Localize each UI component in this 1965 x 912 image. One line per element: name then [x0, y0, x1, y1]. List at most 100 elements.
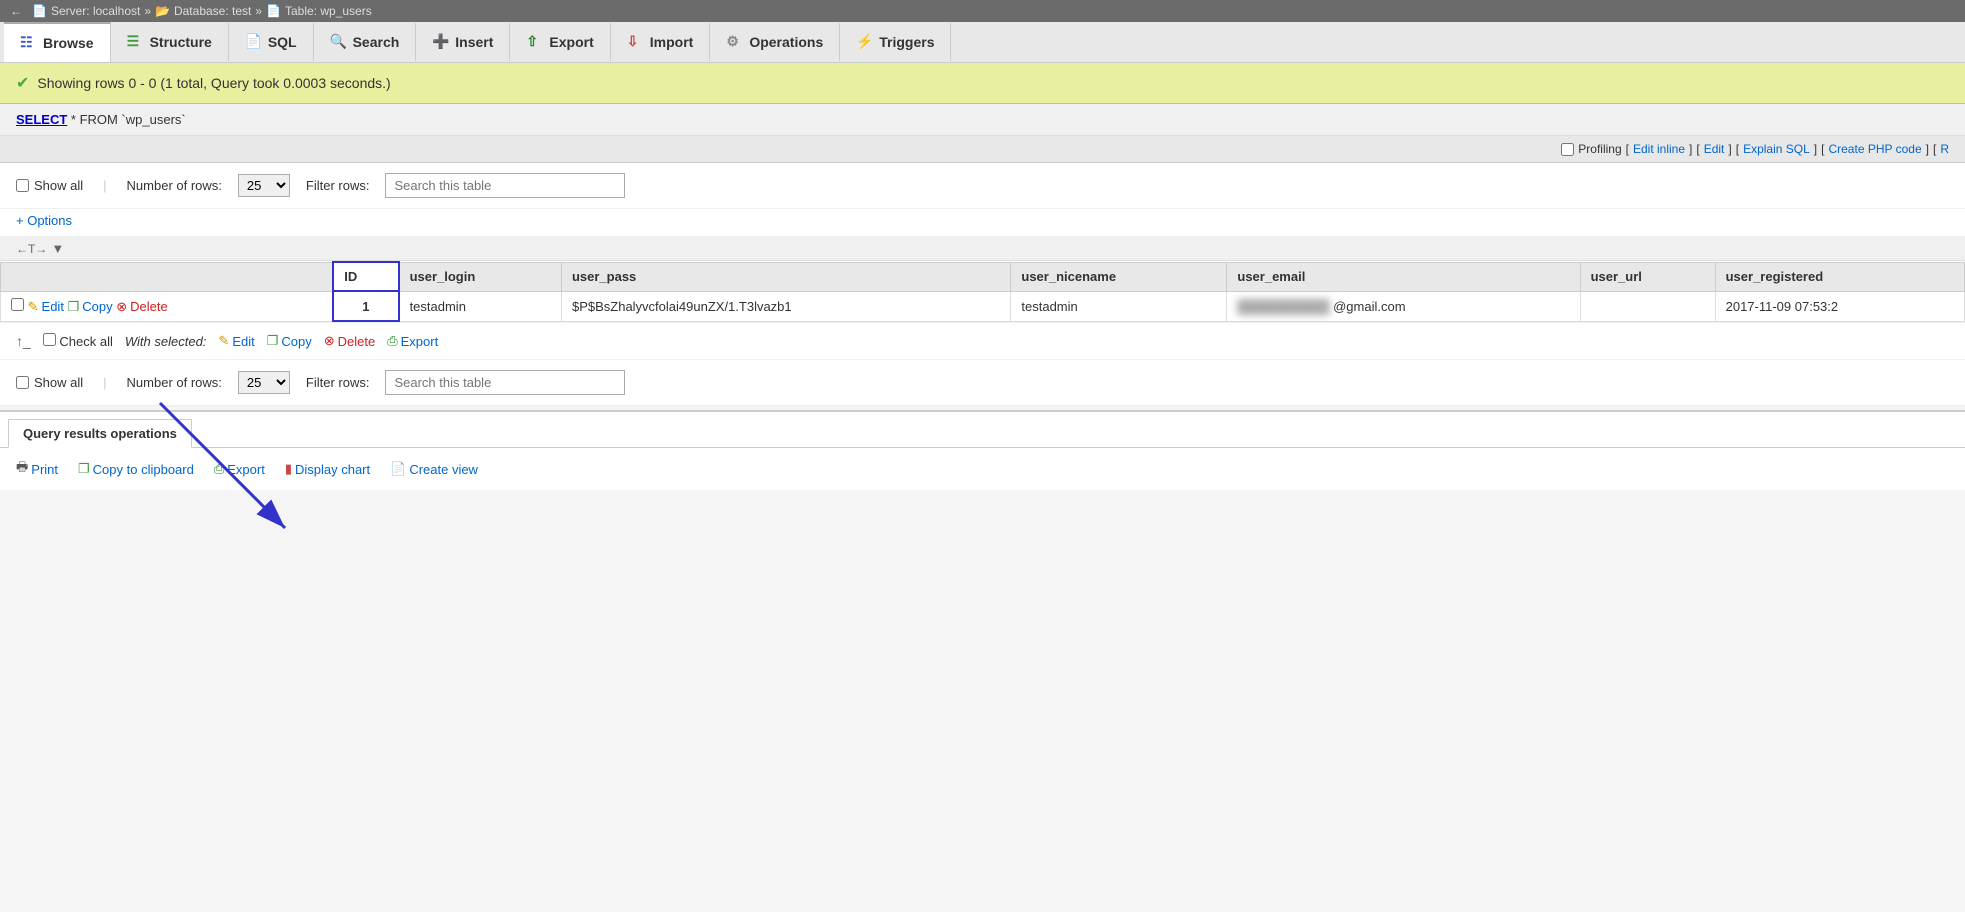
info-banner: ✔ Showing rows 0 - 0 (1 total, Query too…: [0, 63, 1965, 104]
tab-triggers-label: Triggers: [879, 34, 934, 50]
edit-row-link[interactable]: ✎ Edit: [28, 299, 64, 315]
insert-icon: ➕: [432, 33, 450, 51]
tab-export[interactable]: ⇧ Export: [510, 23, 610, 61]
sort-dropdown[interactable]: ▼: [51, 241, 64, 256]
delete2-icon: ⊗: [324, 333, 335, 349]
tab-sql-label: SQL: [268, 34, 297, 50]
sep1: »: [144, 4, 151, 18]
tab-insert[interactable]: ➕ Insert: [416, 23, 510, 61]
data-table: ID user_login user_pass user_nicename us…: [0, 261, 1965, 322]
nav-tabs: ☷ Browse ☰ Structure 📄 SQL 🔍 Search ➕ In…: [0, 22, 1965, 63]
server-label: Server: localhost: [51, 4, 140, 18]
controls-row-bottom: Show all | Number of rows: 25 50 100 250…: [0, 360, 1965, 406]
check-all-label[interactable]: Check all: [43, 333, 113, 349]
print-link[interactable]: 🖶 Print: [16, 458, 58, 480]
edit-link[interactable]: Edit: [1704, 142, 1725, 156]
chart-icon: ▮: [285, 461, 292, 477]
query-results-tab: Query results operations: [8, 419, 192, 448]
title-bar: ← 📄 Server: localhost » 📂 Database: test…: [0, 0, 1965, 22]
row-count-select-top[interactable]: 25 50 100 250 500: [238, 174, 290, 197]
cell-id: 1: [333, 291, 398, 321]
triggers-icon: ⚡: [856, 33, 874, 51]
cell-user-url: [1580, 291, 1715, 321]
query-results-actions: 🖶 Print ❐ Copy to clipboard ⎙ Export ▮ D…: [0, 447, 1965, 490]
up-arrow-icon: ↑_: [16, 333, 31, 349]
filter-input-top[interactable]: [385, 173, 625, 198]
tab-browse[interactable]: ☷ Browse: [4, 22, 111, 62]
row-count-select-bottom[interactable]: 25 50 100 250 500: [238, 371, 290, 394]
table-row: ✎ Edit ❐ Copy ⊗ Delete 1: [1, 291, 1965, 321]
table-icon: ☷: [20, 34, 38, 52]
with-selected-edit[interactable]: ✎ Edit: [218, 333, 254, 349]
copy-row-link[interactable]: ❐ Copy: [68, 299, 113, 315]
filter-input-bottom[interactable]: [385, 370, 625, 395]
profiling-checkbox[interactable]: [1561, 143, 1574, 156]
delete-row-link[interactable]: ⊗ Delete: [116, 299, 167, 315]
create-php-link[interactable]: Create PHP code: [1828, 142, 1921, 156]
th-user-login: user_login: [399, 262, 562, 291]
tab-structure-label: Structure: [150, 34, 212, 50]
sql-rest: * FROM `wp_users`: [67, 112, 185, 127]
th-checkbox: [1, 262, 334, 291]
filter-rows-label: Filter rows:: [306, 178, 370, 193]
number-of-rows-label: Number of rows:: [127, 178, 222, 193]
pencil-icon: ✎: [28, 299, 39, 315]
tab-search-label: Search: [353, 34, 400, 50]
tab-triggers[interactable]: ⚡ Triggers: [840, 23, 951, 61]
left-arrow[interactable]: ←T→: [16, 242, 47, 256]
tab-insert-label: Insert: [455, 34, 493, 50]
show-all-label-bottom[interactable]: Show all: [16, 375, 83, 390]
sql-area: SELECT * FROM `wp_users`: [0, 104, 1965, 136]
options-bar: + Options: [0, 209, 1965, 237]
tab-import[interactable]: ⇩ Import: [611, 23, 711, 61]
tab-import-label: Import: [650, 34, 694, 50]
sql-keyword: SELECT: [16, 112, 67, 127]
banner-message: Showing rows 0 - 0 (1 total, Query took …: [37, 75, 390, 91]
tab-browse-label: Browse: [43, 35, 94, 51]
structure-icon: ☰: [127, 33, 145, 51]
show-all-label[interactable]: Show all: [16, 178, 83, 193]
copy2-icon: ❐: [267, 333, 279, 349]
cell-user-pass: $P$BsZhalyvcfolai49unZX/1.T3lvazb1: [561, 291, 1010, 321]
profiling-bar: Profiling [Edit inline] [Edit] [Explain …: [0, 136, 1965, 163]
view-icon: 📄: [390, 461, 406, 477]
export-results-link[interactable]: ⎙ Export: [214, 461, 265, 477]
th-user-url: user_url: [1580, 262, 1715, 291]
with-selected-export[interactable]: ⎙ Export: [387, 333, 438, 349]
tab-operations[interactable]: ⚙ Operations: [710, 23, 840, 61]
refresh-link[interactable]: R: [1940, 142, 1949, 156]
operations-icon: ⚙: [726, 33, 744, 51]
copy-clipboard-icon: ❐: [78, 461, 90, 477]
cell-user-registered: 2017-11-09 07:53:2: [1715, 291, 1964, 321]
search-icon: 🔍: [330, 33, 348, 51]
cell-user-login: testadmin: [399, 291, 562, 321]
filter-rows-label-bottom: Filter rows:: [306, 375, 370, 390]
display-chart-link[interactable]: ▮ Display chart: [285, 461, 370, 477]
tab-structure[interactable]: ☰ Structure: [111, 23, 229, 61]
edit-inline-link[interactable]: Edit inline: [1633, 142, 1685, 156]
tab-sql[interactable]: 📄 SQL: [229, 23, 314, 61]
explain-sql-link[interactable]: Explain SQL: [1743, 142, 1810, 156]
controls-row-top: Show all | Number of rows: 25 50 100 250…: [0, 163, 1965, 209]
th-id: ID: [333, 262, 398, 291]
show-all-checkbox-bottom[interactable]: [16, 376, 29, 389]
check-all-checkbox[interactable]: [43, 333, 56, 346]
tab-export-label: Export: [549, 34, 593, 50]
col-sort-row: ←T→ ▼: [0, 237, 1965, 261]
with-selected-copy[interactable]: ❐ Copy: [267, 333, 312, 349]
create-view-link[interactable]: 📄 Create view: [390, 461, 478, 477]
th-user-registered: user_registered: [1715, 262, 1964, 291]
table-area: ←T→ ▼ ID user_login user_pass user_nicen…: [0, 237, 1965, 360]
back-arrow[interactable]: ←: [10, 4, 22, 18]
tab-search[interactable]: 🔍 Search: [314, 23, 417, 61]
th-user-email: user_email: [1227, 262, 1580, 291]
options-link[interactable]: + Options: [16, 213, 72, 228]
copy-clipboard-link[interactable]: ❐ Copy to clipboard: [78, 461, 194, 477]
with-selected-delete[interactable]: ⊗ Delete: [324, 333, 375, 349]
cell-user-email: ██████████ @gmail.com: [1227, 291, 1580, 321]
delete-icon: ⊗: [116, 299, 127, 315]
import-icon: ⇩: [627, 33, 645, 51]
row-checkbox[interactable]: [11, 298, 24, 311]
show-all-checkbox[interactable]: [16, 179, 29, 192]
query-results-section: Query results operations 🖶 Print ❐ Copy …: [0, 410, 1965, 490]
